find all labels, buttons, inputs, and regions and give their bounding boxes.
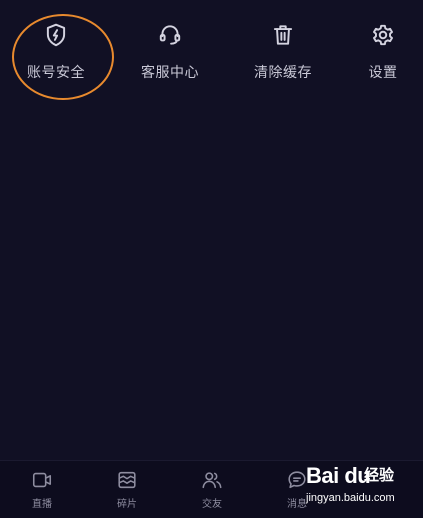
tab-friends[interactable]: 交友 bbox=[182, 469, 242, 510]
customer-service-label: 客服中心 bbox=[141, 64, 199, 80]
tab-fragments-label: 碎片 bbox=[117, 499, 137, 510]
settings-label: 设置 bbox=[368, 64, 398, 80]
tab-messages-label: 消息 bbox=[287, 499, 307, 510]
headset-icon bbox=[157, 22, 183, 48]
fragments-icon bbox=[116, 469, 138, 491]
tab-friends-label: 交友 bbox=[202, 499, 222, 510]
live-camera-icon bbox=[31, 469, 53, 491]
clear-cache-button[interactable]: 清除缓存 bbox=[233, 22, 333, 82]
customer-service-button[interactable]: 客服中心 bbox=[120, 22, 220, 82]
tab-messages[interactable]: 消息 bbox=[267, 469, 327, 510]
clear-cache-label: 清除缓存 bbox=[254, 64, 312, 80]
settings-button[interactable]: 设置 bbox=[333, 22, 423, 82]
quick-actions-row: 账号安全 客服中心 清除缓存 设置 bbox=[0, 0, 423, 100]
trash-icon bbox=[270, 22, 296, 48]
message-icon bbox=[286, 469, 308, 491]
shield-lightning-icon bbox=[43, 22, 69, 48]
account-security-button[interactable]: 账号安全 bbox=[6, 22, 106, 82]
gear-icon bbox=[370, 22, 396, 48]
tab-live[interactable]: 直播 bbox=[12, 469, 72, 510]
tab-fragments[interactable]: 碎片 bbox=[97, 469, 157, 510]
bottom-tab-bar: 直播 碎片 交友 消息 bbox=[0, 460, 423, 518]
tab-live-label: 直播 bbox=[32, 499, 52, 510]
account-security-label: 账号安全 bbox=[27, 64, 85, 80]
profile-screen: 账号安全 客服中心 清除缓存 设置 直播 碎片 交友 消息 Bai du 经验 … bbox=[0, 0, 423, 518]
friends-icon bbox=[201, 469, 223, 491]
